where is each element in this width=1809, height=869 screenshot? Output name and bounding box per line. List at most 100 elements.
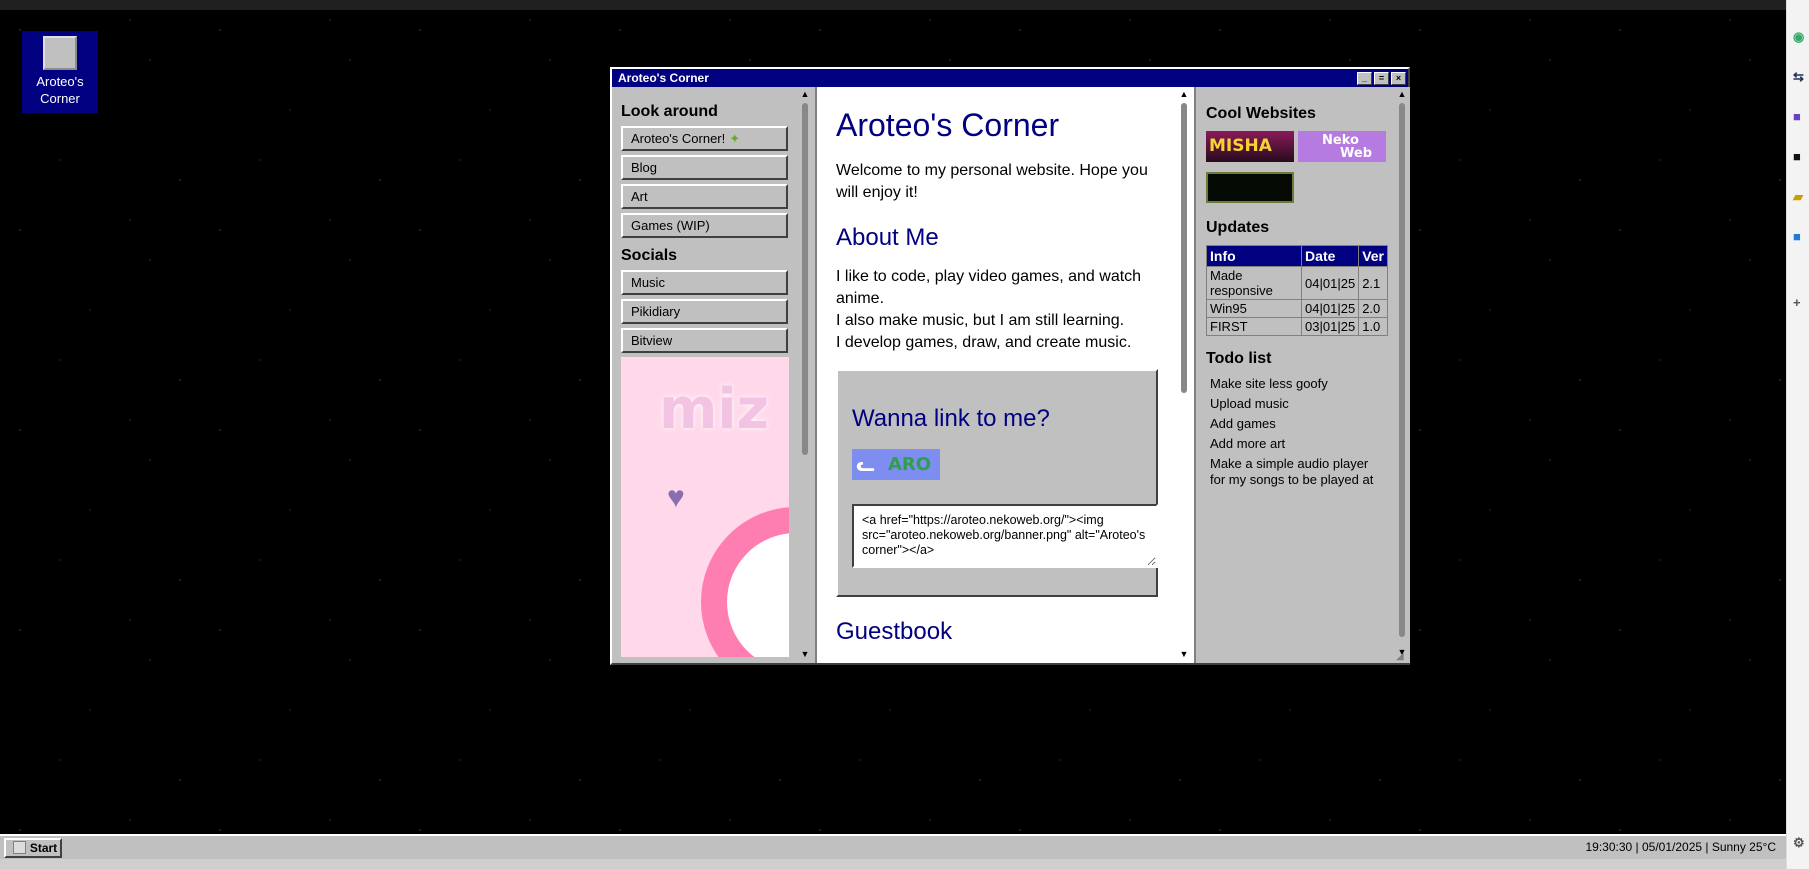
promo-ring-graphic — [701, 507, 789, 657]
side-icon-2[interactable]: ⇆ — [1793, 70, 1807, 84]
link-heading: Wanna link to me? — [852, 405, 1050, 432]
updates-col-date: Date — [1301, 245, 1360, 267]
list-item: Add more art — [1210, 436, 1286, 451]
window-scrollbar[interactable]: ▲ ▼ — [1394, 87, 1410, 663]
list-item: Upload music — [1210, 396, 1289, 411]
side-icon-1[interactable]: ◉ — [1793, 30, 1807, 44]
scroll-down-icon[interactable]: ▼ — [1178, 649, 1190, 661]
look-around-heading: Look around — [621, 103, 718, 120]
window-title: Aroteo's Corner — [618, 71, 709, 85]
side-add-icon[interactable]: + — [1793, 296, 1807, 310]
page-title: Aroteo's Corner — [836, 107, 1060, 143]
close-button[interactable]: × — [1391, 71, 1406, 85]
update-date: 03|01|25 — [1301, 317, 1360, 336]
update-ver: 1.0 — [1358, 317, 1388, 336]
side-icon-5[interactable]: ▰ — [1793, 190, 1807, 204]
minimize-button[interactable]: _ — [1357, 71, 1372, 85]
welcome-text: Welcome to my personal website. Hope you… — [836, 162, 1148, 201]
start-label: Start — [29, 841, 58, 855]
badge-text: ARO — [888, 454, 932, 475]
list-item: Make site less goofy — [1210, 376, 1328, 391]
scroll-up-icon[interactable]: ▲ — [1178, 89, 1190, 101]
socials-heading: Socials — [621, 247, 678, 264]
about-line-3: I develop games, draw, and create music. — [836, 334, 1132, 351]
table-row: FIRST 03|01|25 1.0 — [1205, 317, 1388, 336]
star-icon: ✦ — [729, 130, 741, 146]
desktop-icon-label-1: Aroteo's — [36, 74, 84, 89]
right-sidebar: Cool Websites MISHA Neko Web Updates Inf… — [1196, 87, 1408, 663]
desktop-icon-label-2: Corner — [40, 91, 80, 106]
link-to-me-box: Wanna link to me? ᓚ ARO <a href="https:/… — [836, 369, 1158, 597]
cool-websites-heading: Cool Websites — [1206, 105, 1316, 122]
scroll-up-icon[interactable]: ▲ — [1396, 89, 1408, 101]
side-icon-3[interactable]: ■ — [1793, 110, 1807, 124]
about-line-1: I like to code, play video games, and wa… — [836, 268, 1142, 307]
nav-art-button[interactable]: Art — [621, 184, 788, 209]
side-settings-icon[interactable]: ⚙ — [1793, 836, 1807, 850]
embed-code-textarea[interactable]: <a href="https://aroteo.nekoweb.org/"><i… — [852, 504, 1158, 568]
update-date: 04|01|25 — [1301, 299, 1360, 318]
update-date: 04|01|25 — [1301, 266, 1360, 300]
window-app-icon — [43, 36, 77, 70]
window-scroll-thumb[interactable] — [1399, 103, 1405, 637]
main-scroll-thumb[interactable] — [1181, 103, 1187, 393]
about-heading: About Me — [836, 224, 939, 251]
table-row: Win95 04|01|25 2.0 — [1205, 299, 1388, 318]
dark-banner[interactable] — [1206, 172, 1294, 203]
about-line-2: I also make music, but I am still learni… — [836, 312, 1125, 329]
side-icon-4[interactable]: ■ — [1793, 150, 1807, 164]
social-music-button[interactable]: Music — [621, 270, 788, 295]
site-banner-badge[interactable]: ᓚ ARO — [852, 449, 940, 480]
social-pikidiary-button[interactable]: Pikidiary — [621, 299, 788, 324]
left-sidebar: Look around Aroteo's Corner! ✦ Blog Art G… — [612, 87, 815, 663]
list-item: Add games — [1210, 416, 1276, 431]
list-item: Make a simple audio player for my songs … — [1210, 456, 1374, 487]
main-content: Aroteo's Corner Welcome to my personal w… — [815, 87, 1196, 663]
nav-games-button[interactable]: Games (WIP) — [621, 213, 788, 238]
todo-list: Make site less goofy Upload music Add ga… — [1206, 376, 1381, 488]
maximize-button[interactable]: = — [1374, 71, 1389, 85]
nav-blog-button[interactable]: Blog — [621, 155, 788, 180]
left-scroll-thumb[interactable] — [802, 103, 808, 455]
promo-text: miz — [659, 377, 770, 442]
guestbook-heading: Guestbook — [836, 618, 953, 645]
heart-icon: ♥ — [667, 481, 685, 514]
taskbar: Start 19:30:30 | 05/01/2025 | Sunny 25°C — [0, 834, 1786, 859]
window-titlebar[interactable]: Aroteo's Corner _ = × — [612, 69, 1408, 87]
update-ver: 2.1 — [1358, 266, 1388, 300]
nekoweb-banner[interactable]: Neko Web — [1298, 131, 1386, 162]
scroll-up-icon[interactable]: ▲ — [799, 89, 811, 101]
updates-table: Info Date Ver Made responsive 04|01|25 2… — [1205, 245, 1388, 336]
main-scrollbar[interactable]: ▲ ▼ — [1176, 87, 1192, 663]
cat-icon: ᓚ — [856, 452, 875, 476]
desktop-icon-aroteos-corner[interactable]: Aroteo's Corner — [22, 31, 98, 113]
update-info: Made responsive — [1205, 266, 1303, 300]
updates-heading: Updates — [1206, 219, 1270, 236]
nav-aroteos-corner-label: Aroteo's Corner! — [631, 130, 726, 146]
promo-image[interactable]: miz ♥ — [621, 357, 789, 657]
updates-col-info: Info — [1205, 245, 1303, 267]
todo-heading: Todo list — [1206, 350, 1272, 367]
updates-col-ver: Ver — [1358, 245, 1388, 267]
update-info: Win95 — [1205, 299, 1303, 318]
taskbar-status: 19:30:30 | 05/01/2025 | Sunny 25°C — [1585, 840, 1776, 854]
cool-websites-banners: MISHA Neko Web — [1206, 131, 1408, 162]
nekoweb-banner-line-2: Web — [1340, 146, 1372, 161]
resize-grip-icon[interactable]: ◢ — [1396, 651, 1408, 663]
update-ver: 2.0 — [1358, 299, 1388, 318]
update-info: FIRST — [1205, 317, 1303, 336]
browser-bottom-strip — [0, 859, 1786, 869]
scroll-down-icon[interactable]: ▼ — [799, 649, 811, 661]
main-window: Aroteo's Corner _ = × Look around Aroteo… — [610, 67, 1410, 665]
start-icon — [12, 841, 26, 854]
social-bitview-button[interactable]: Bitview — [621, 328, 788, 353]
start-button[interactable]: Start — [4, 838, 62, 858]
left-scrollbar[interactable]: ▲ ▼ — [797, 87, 813, 663]
nav-aroteos-corner-button[interactable]: Aroteo's Corner! ✦ — [621, 126, 788, 151]
side-icon-6[interactable]: ■ — [1793, 230, 1807, 244]
browser-side-panel: ◉ ⇆ ■ ■ ▰ ■ + ⚙ — [1786, 0, 1809, 869]
window-body: Look around Aroteo's Corner! ✦ Blog Art G… — [612, 87, 1410, 663]
table-row: Made responsive 04|01|25 2.1 — [1205, 266, 1388, 300]
browser-top-strip — [0, 0, 1809, 10]
misha-banner[interactable]: MISHA — [1206, 131, 1294, 162]
